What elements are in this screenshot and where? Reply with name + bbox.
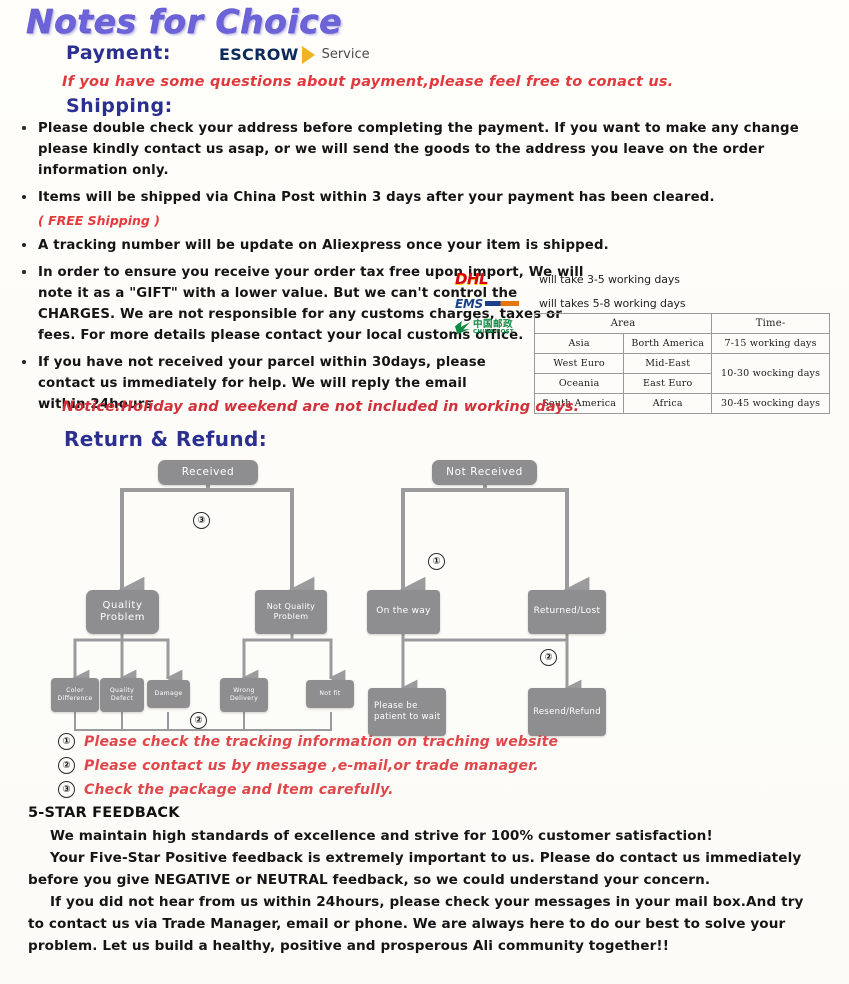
cell-area1: Oceania xyxy=(533,373,625,394)
payment-heading: Payment: xyxy=(66,42,171,64)
cell-time: 7-15 working days xyxy=(711,333,830,354)
flow-node-quality-problem[interactable]: Quality Problem xyxy=(86,590,159,634)
list-item: ③ Check the package and Item carefully. xyxy=(58,781,758,798)
ems-wordmark: EMS xyxy=(455,296,483,311)
col-header-time: Time- xyxy=(711,313,830,334)
flow-node-not-received[interactable]: Not Received xyxy=(432,460,537,485)
feedback-paragraph-1: We maintain high standards of excellence… xyxy=(50,828,713,844)
flow-node-returned-lost[interactable]: Returned/Lost xyxy=(528,590,606,634)
dhl-wordmark: DHL xyxy=(455,270,489,288)
feedback-section: 5-STAR FEEDBACK We maintain high standar… xyxy=(28,805,818,957)
list-item: Please double check your address before … xyxy=(16,118,836,181)
notes-for-choice-page: Notes for Choice Payment: ESCROW Service… xyxy=(0,0,849,984)
flow-node-on-the-way[interactable]: On the way xyxy=(367,590,440,634)
list-item: ② Please contact us by message ,e-mail,o… xyxy=(58,757,758,774)
flow-node-resend-refund[interactable]: Resend/Refund xyxy=(528,688,606,736)
feedback-paragraph-2: Your Five-Star Positive feedback is extr… xyxy=(28,850,802,888)
table-header-row: Area Time- xyxy=(533,313,830,334)
flow-node-received[interactable]: Received xyxy=(158,460,258,485)
table-row: Asia Borth America 7-15 working days xyxy=(533,333,830,354)
flow-node-not-quality-problem[interactable]: Not Quality Problem xyxy=(255,590,327,634)
ems-logo-group: EMS xyxy=(455,296,519,311)
holiday-notice: Notice:Holiday and weekend are not inclu… xyxy=(62,399,580,415)
flow-marker-3: ③ xyxy=(193,512,210,529)
flow-node-color-difference[interactable]: Color Difference xyxy=(51,678,99,712)
cell-time: 30-45 wocking days xyxy=(711,393,830,414)
flow-marker-2-left: ② xyxy=(190,712,207,729)
dhl-delivery-time: will take 3-5 working days xyxy=(539,273,680,286)
china-post-wordmark: 中国邮政 CHINA POST xyxy=(473,320,514,335)
legend-number-2: ② xyxy=(58,757,75,774)
table-row: West Euro Mid-East 10-30 wocking days xyxy=(533,353,830,394)
china-post-glyph-icon xyxy=(455,321,470,334)
legend-text-2: Please contact us by message ,e-mail,or … xyxy=(84,757,539,774)
feedback-paragraph-3: If you did not hear from us within 24hou… xyxy=(28,894,804,954)
cell-area2: East Euro xyxy=(623,373,713,394)
cell-time: 10-30 wocking days xyxy=(711,353,830,394)
cell-area2: Borth America xyxy=(623,333,713,354)
flow-marker-1: ① xyxy=(428,553,445,570)
legend-text-3: Check the package and Item carefully. xyxy=(84,781,394,798)
list-item: Items will be shipped via China Post wit… xyxy=(16,187,836,208)
ems-logo-icon: EMS xyxy=(455,296,533,311)
free-shipping-note: ( FREE Shipping ) xyxy=(38,213,160,228)
flow-node-please-be-patient[interactable]: Please be patient to wait xyxy=(368,688,446,736)
arrow-right-icon xyxy=(301,45,315,64)
feedback-title: 5-STAR FEEDBACK xyxy=(28,805,180,821)
flow-node-damage[interactable]: Damage xyxy=(147,680,190,708)
china-post-logo-icon: 中国邮政 CHINA POST xyxy=(455,320,533,335)
escrow-wordmark: ESCROW xyxy=(219,45,299,64)
cell-area2: Africa xyxy=(623,393,713,414)
cell-area2: Mid-East xyxy=(623,353,713,374)
payment-note: If you have some questions about payment… xyxy=(62,74,674,90)
list-item: ① Please check the tracking information … xyxy=(58,733,758,750)
courier-row-dhl: DHL will take 3-5 working days xyxy=(455,270,835,289)
cell-area1: Asia xyxy=(533,333,625,354)
flowchart-legend: ① Please check the tracking information … xyxy=(58,733,758,805)
escrow-logo: ESCROW Service xyxy=(219,45,370,64)
col-header-area: Area xyxy=(533,313,713,334)
legend-number-1: ① xyxy=(58,733,75,750)
page-title: Notes for Choice xyxy=(26,2,343,41)
shipping-heading: Shipping: xyxy=(66,95,173,117)
flow-node-quality-defect[interactable]: Quality Defect xyxy=(100,678,144,712)
courier-row-ems: EMS will takes 5-8 working days xyxy=(455,294,835,313)
cell-area1: West Euro xyxy=(533,353,625,374)
ems-delivery-time: will takes 5-8 working days xyxy=(539,297,686,310)
legend-text-1: Please check the tracking information on… xyxy=(84,733,559,750)
free-shipping-note-wrap: ( FREE Shipping ) xyxy=(16,210,836,229)
return-refund-heading: Return & Refund: xyxy=(64,427,268,451)
legend-number-3: ③ xyxy=(58,781,75,798)
flow-node-wrong-delivery[interactable]: Wrong Delivery xyxy=(220,678,268,712)
ems-bar-decoration xyxy=(484,301,519,306)
flow-node-not-fit[interactable]: Not fit xyxy=(306,680,354,708)
dhl-logo-icon: DHL xyxy=(455,272,533,287)
flow-marker-2-right: ② xyxy=(540,649,557,666)
return-refund-flowchart: Received Not Received ③ ① Quality Proble… xyxy=(0,450,849,736)
china-post-en-label: CHINA POST xyxy=(473,328,514,335)
escrow-service-label: Service xyxy=(321,47,370,62)
list-item: A tracking number will be update on Alie… xyxy=(16,235,836,256)
